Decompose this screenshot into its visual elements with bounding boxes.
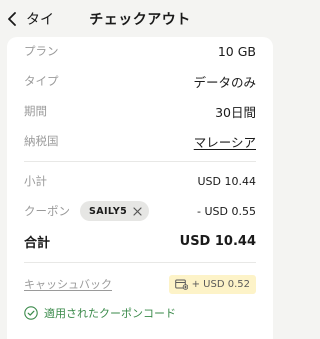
detail-label: タイプ — [24, 74, 59, 88]
detail-label: 納税国 — [24, 134, 59, 148]
top-bar: タイ チェックアウト — [0, 0, 280, 38]
cashback-link[interactable]: キャッシュバック — [24, 276, 112, 292]
divider — [24, 262, 256, 263]
cashback-badge: + USD 0.52 — [168, 274, 256, 294]
coupon-row: クーポン SAILY5 - USD 0.55 — [24, 201, 256, 221]
detail-value: データのみ — [193, 74, 256, 90]
coupon-chip: SAILY5 — [80, 201, 150, 221]
total-row: 合計 USD 10.44 — [24, 231, 256, 251]
checkout-card: プラン 10 GB タイプ データのみ 期間 30日間 納税国 マレーシア 小計… — [7, 37, 273, 339]
detail-row-tax-country: 納税国 マレーシア — [24, 131, 256, 151]
subtotal-row: 小計 USD 10.44 — [24, 171, 256, 191]
divider — [24, 161, 256, 162]
coupon-left: クーポン SAILY5 — [24, 201, 150, 221]
subtotal-label: 小計 — [24, 174, 47, 188]
detail-value: 10 GB — [217, 43, 256, 59]
coupon-applied-message: 適用されたクーポンコード — [24, 304, 176, 322]
wallet-plus-icon — [174, 279, 188, 290]
coupon-code: SAILY5 — [89, 205, 128, 217]
page-title: チェックアウト — [89, 12, 191, 28]
detail-label: プラン — [24, 44, 59, 58]
coupon-label: クーポン — [24, 204, 70, 218]
total-value: USD 10.44 — [179, 233, 256, 249]
detail-label: 期間 — [24, 104, 47, 118]
detail-row-period: 期間 30日間 — [24, 101, 256, 121]
detail-row-type: タイプ データのみ — [24, 71, 256, 91]
detail-row-plan: プラン 10 GB — [24, 41, 256, 61]
coupon-discount-value: - USD 0.55 — [197, 204, 256, 218]
cashback-value: + USD 0.52 — [191, 278, 250, 290]
applied-text: 適用されたクーポンコード — [44, 307, 176, 320]
tax-country-link[interactable]: マレーシア — [194, 132, 256, 151]
check-circle-icon — [24, 306, 38, 320]
subtotal-value: USD 10.44 — [197, 174, 257, 188]
cashback-row: キャッシュバック + USD 0.52 — [24, 274, 256, 294]
total-label: 合計 — [24, 235, 51, 251]
detail-value: 30日間 — [215, 104, 256, 120]
close-icon[interactable] — [133, 206, 142, 216]
